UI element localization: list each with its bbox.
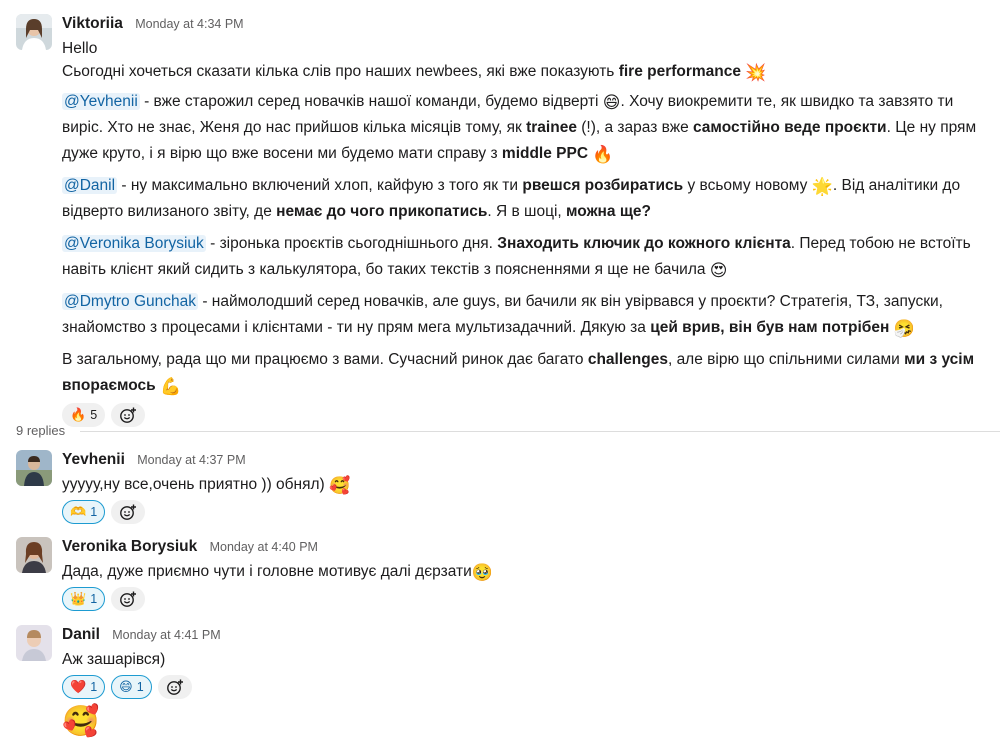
reactions-bar: ❤️ 1 😄 1 <box>62 675 990 699</box>
paragraph-dmytro: @Dmytro Gunchak - наймолодший серед нова… <box>62 293 943 339</box>
avatar[interactable] <box>16 537 52 573</box>
intro-paragraph: Сьогодні хочеться сказати кілька слів пр… <box>62 63 767 83</box>
fire-emoji: 🔥 <box>592 145 614 165</box>
author-name[interactable]: Viktoriia <box>62 15 123 32</box>
timestamp[interactable]: Monday at 4:41 PM <box>112 628 220 642</box>
jumbo-emoji-message: 🥰 <box>62 704 100 739</box>
flexed-biceps-emoji: 💪 <box>160 377 182 397</box>
reaction-grinning[interactable]: 😄 1 <box>111 675 152 699</box>
greeting-text: Hello <box>62 40 98 57</box>
paragraph-closing: В загальному, рада що ми працюємо з вами… <box>62 351 975 397</box>
reactions-bar: 🫶 1 <box>62 500 990 524</box>
heart-eyes-emoji: 😍 <box>709 261 728 281</box>
author-name[interactable]: Veronika Borysiuk <box>62 538 197 555</box>
message-text: ууууу,ну все,очень приятно )) обнял) 🥰 <box>62 476 351 496</box>
add-reaction-button[interactable] <box>111 587 146 611</box>
paragraph-yevhenii: @Yevhenii - вже старожил серед новачків … <box>62 93 977 165</box>
author-name[interactable]: Danil <box>62 626 100 643</box>
collision-emoji: 💥 <box>745 63 767 83</box>
author-name[interactable]: Yevhenii <box>62 451 125 468</box>
reaction-count: 1 <box>90 592 98 606</box>
mention-danil[interactable]: @Danil <box>62 177 118 194</box>
add-reaction-icon <box>120 591 137 607</box>
red-heart-icon: ❤️ <box>70 679 87 695</box>
add-reaction-icon <box>166 679 183 695</box>
timestamp[interactable]: Monday at 4:40 PM <box>210 540 318 554</box>
smiling-hearts-emoji: 🥰 <box>329 476 351 496</box>
reaction-count: 1 <box>90 505 98 519</box>
avatar[interactable] <box>16 625 52 661</box>
reply-message: Danil Monday at 4:41 PM Аж зашарівся) ❤️… <box>16 625 990 699</box>
crown-icon: 👑 <box>70 591 87 607</box>
reaction-crown[interactable]: 👑 1 <box>62 587 106 611</box>
reactions-bar: 👑 1 <box>62 587 990 611</box>
reaction-count: 1 <box>136 680 144 694</box>
reaction-heart-hands[interactable]: 🫶 1 <box>62 500 106 524</box>
replies-divider: 9 replies <box>0 422 1000 440</box>
replies-count[interactable]: 9 replies <box>16 422 65 440</box>
mention-dmytro[interactable]: @Dmytro Gunchak <box>62 293 199 310</box>
grinning-face-icon: 😄 <box>119 679 133 695</box>
add-reaction-icon <box>120 504 137 520</box>
reaction-heart[interactable]: ❤️ 1 <box>62 675 106 699</box>
fire-icon: 🔥 <box>70 407 87 423</box>
mention-veronika[interactable]: @Veronika Borysiuk <box>62 235 206 252</box>
reply-message: Veronika Borysiuk Monday at 4:40 PM Дада… <box>16 537 990 611</box>
reply-message: Yevhenii Monday at 4:37 PM ууууу,ну все,… <box>16 450 990 524</box>
sneezing-emoji: 🤧 <box>893 319 915 339</box>
parent-message: Viktoriia Monday at 4:34 PM Hello Сьогод… <box>16 14 990 427</box>
mention-yevhenii[interactable]: @Yevhenii <box>62 93 140 110</box>
paragraph-veronika: @Veronika Borysiuk - зіронька проєктів с… <box>62 235 971 281</box>
reaction-count: 5 <box>90 408 98 422</box>
heart-hands-icon: 🫶 <box>70 504 87 520</box>
message-text: Аж зашарівся) <box>62 651 166 668</box>
timestamp[interactable]: Monday at 4:37 PM <box>137 453 245 467</box>
holding-back-tears-emoji: 🥹 <box>471 563 493 583</box>
timestamp[interactable]: Monday at 4:34 PM <box>135 17 243 31</box>
add-reaction-button[interactable] <box>111 500 146 524</box>
message-text: Дада, дуже приємно чути і головне мотиву… <box>62 563 493 583</box>
avatar[interactable] <box>16 450 52 486</box>
avatar[interactable] <box>16 14 52 50</box>
paragraph-danil: @Danil - ну максимально включений хлоп, … <box>62 177 961 220</box>
reaction-count: 1 <box>90 680 98 694</box>
grinning-emoji: 😄 <box>602 93 621 113</box>
add-reaction-button[interactable] <box>157 675 192 699</box>
star-emoji: 🌟 <box>811 177 833 197</box>
